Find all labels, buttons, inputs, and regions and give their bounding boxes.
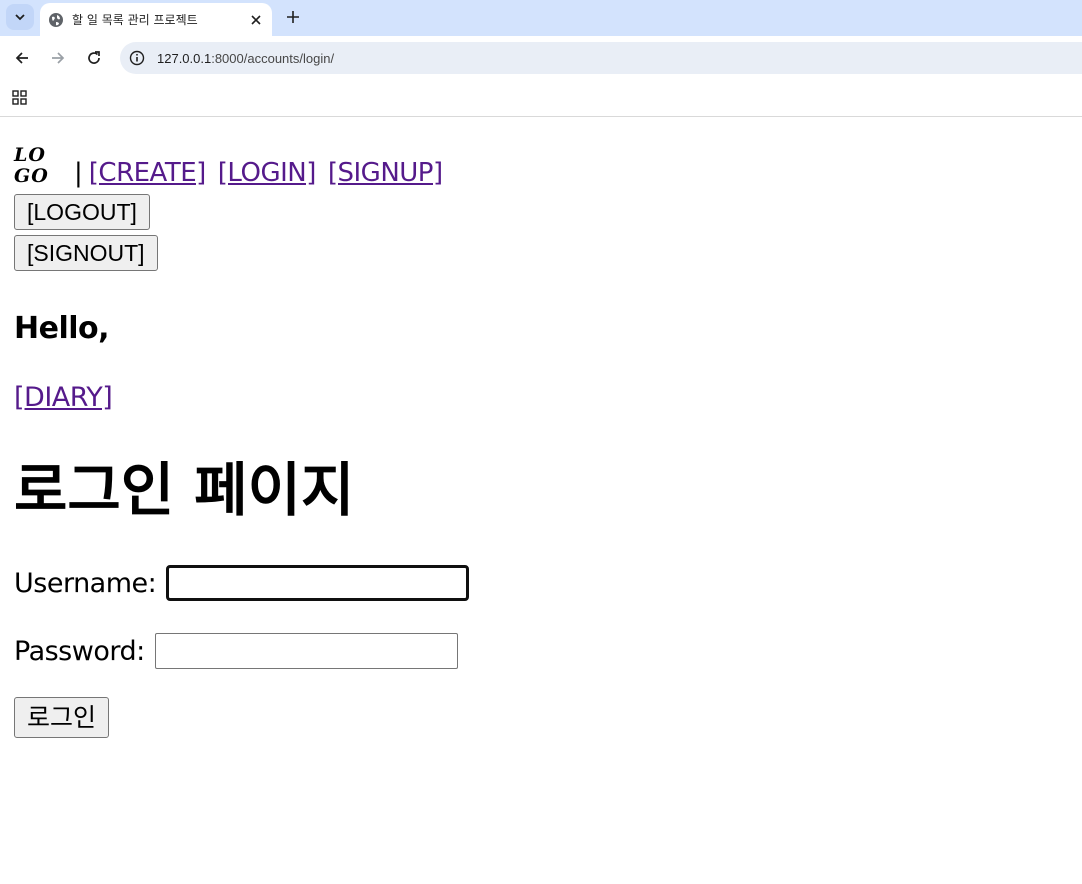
close-icon[interactable] [246,10,266,30]
tab-title: 할 일 목록 관리 프로젝트 [72,13,198,27]
back-button[interactable] [11,47,33,69]
reload-icon [86,50,102,66]
password-input[interactable] [154,633,458,669]
logo[interactable]: LO GO [14,143,64,189]
plus-icon [286,10,300,24]
tab-strip: 할 일 목록 관리 프로젝트 [0,0,1082,36]
site-nav: LO GO | [CREATE] [LOGIN] [SIGNUP] [14,131,1068,189]
username-row: Username: [14,565,1068,601]
create-link[interactable]: [CREATE] [89,157,207,189]
address-bar[interactable]: 127.0.0.1:8000/accounts/login/ [120,42,1082,74]
page-title: 로그인 페이지 [14,456,355,524]
password-label: Password: [14,635,145,667]
logout-form: [LOGOUT] [SIGNOUT] [14,189,158,271]
nav-separator: | [74,158,83,188]
page-content: LO GO | [CREATE] [LOGIN] [SIGNUP] [LOGOU… [0,117,1082,752]
arrow-left-icon [14,50,30,66]
new-tab-button[interactable] [282,6,304,28]
url-host: 127.0.0.1 [157,50,212,66]
browser-toolbar: 127.0.0.1:8000/accounts/login/ [0,36,1082,80]
diary-link[interactable]: [DIARY] [14,381,113,415]
info-icon[interactable] [129,50,145,66]
reload-button[interactable] [83,47,105,69]
login-link[interactable]: [LOGIN] [218,157,317,189]
browser-tab[interactable]: 할 일 목록 관리 프로젝트 [40,3,272,36]
logout-button[interactable]: [LOGOUT] [14,194,150,230]
bookmarks-bar [0,80,1082,117]
url-path: :8000/accounts/login/ [211,50,335,66]
logo-line-2: GO [14,165,49,187]
username-label: Username: [14,567,157,599]
url-text: 127.0.0.1:8000/accounts/login/ [157,51,334,66]
chevron-down-icon [14,11,26,23]
username-input[interactable] [166,565,470,601]
logo-line-1: LO [14,144,46,166]
tab-search-button[interactable] [6,4,34,30]
greeting: Hello, [14,311,110,346]
password-row: Password: [14,633,1068,669]
login-submit-button[interactable]: 로그인 [14,697,110,738]
signup-link[interactable]: [SIGNUP] [328,157,443,189]
arrow-right-icon [50,50,66,66]
forward-button[interactable] [47,47,69,69]
signout-button[interactable]: [SIGNOUT] [14,235,158,271]
apps-grid-icon[interactable] [12,90,28,106]
globe-icon [48,12,64,28]
